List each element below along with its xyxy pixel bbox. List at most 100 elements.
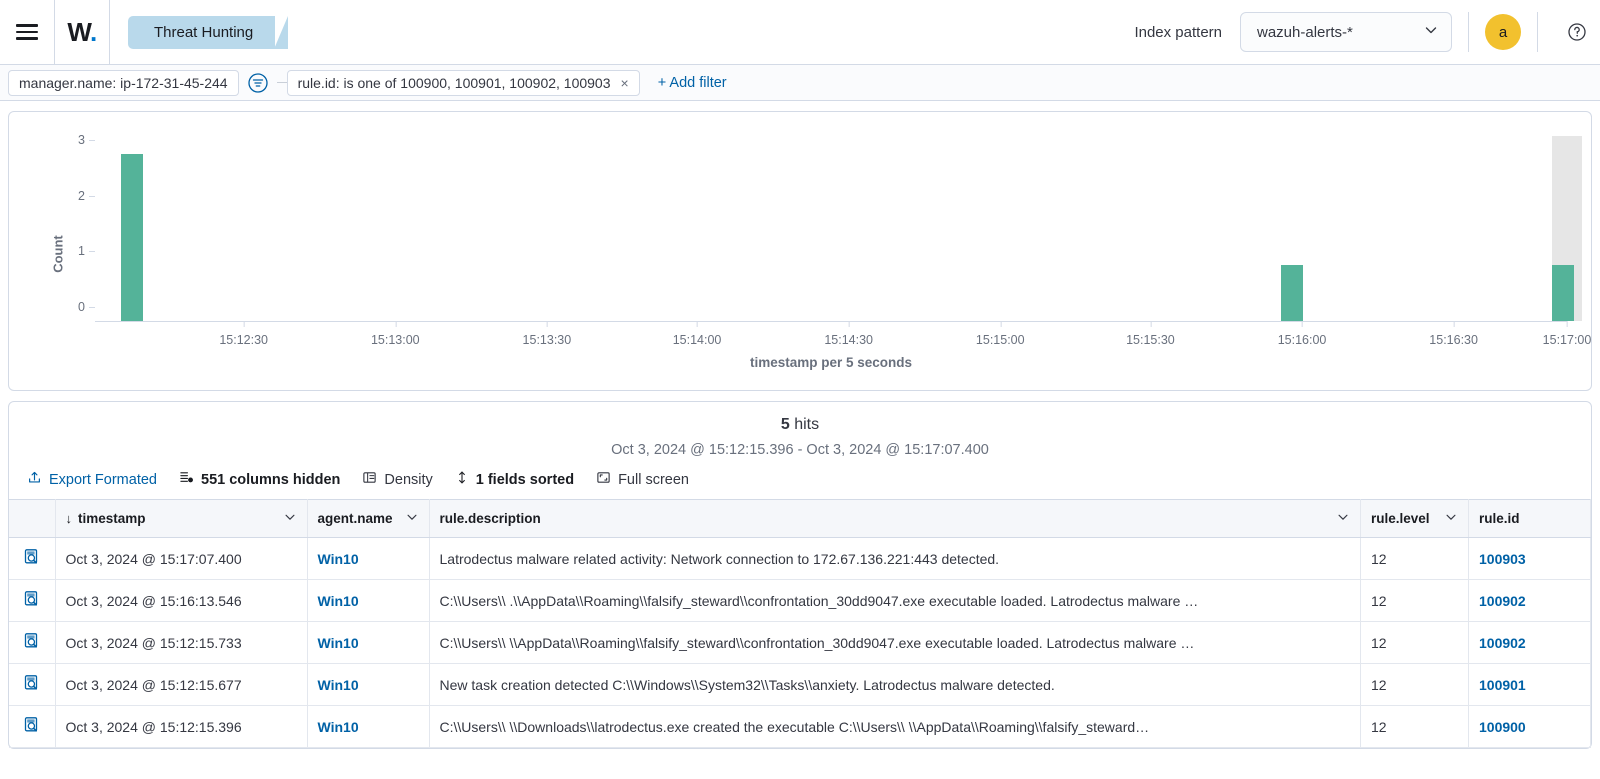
y-tick-0: 0: [78, 300, 95, 314]
column-header-rule-id[interactable]: rule.id: [1469, 500, 1591, 538]
filter-pill-manager-name[interactable]: manager.name: ip-172-31-45-244: [8, 70, 239, 96]
bar-0[interactable]: [121, 154, 142, 321]
cell-rule-id[interactable]: 100902: [1469, 580, 1591, 622]
full-screen-label: Full screen: [618, 472, 689, 488]
column-header-timestamp[interactable]: ↓ timestamp: [55, 500, 307, 538]
cell-rule-level: 12: [1361, 580, 1469, 622]
avatar[interactable]: a: [1485, 14, 1521, 50]
cell-rule-level: 12: [1361, 706, 1469, 748]
histogram-panel: Count 0 1 2 3 15:12:30 15:13:00 15:13:30…: [8, 111, 1592, 391]
inspect-document-icon[interactable]: [23, 553, 41, 569]
sort-icon: [455, 470, 469, 489]
add-filter-button[interactable]: + Add filter: [658, 75, 727, 91]
column-header-timestamp-label: timestamp: [78, 511, 146, 526]
cell-agent-name[interactable]: Win10: [307, 622, 429, 664]
cell-agent-name[interactable]: Win10: [307, 706, 429, 748]
fields-sorted-button[interactable]: 1 fields sorted: [455, 470, 574, 489]
cell-rule-id[interactable]: 100903: [1469, 538, 1591, 580]
y-tick-3: 3: [78, 133, 95, 147]
cell-rule-description: C:\\Users\\ .\\AppData\\Roaming\\falsify…: [429, 580, 1361, 622]
full-screen-button[interactable]: Full screen: [596, 470, 689, 489]
rule-id-link[interactable]: 100900: [1479, 719, 1526, 735]
bar-1[interactable]: [1281, 265, 1302, 321]
chevron-down-icon[interactable]: [283, 510, 297, 527]
index-pattern-select[interactable]: wazuh-alerts-*: [1240, 12, 1452, 52]
table-row[interactable]: Oct 3, 2024 @ 15:12:15.396 Win10 C:\\Users…: [9, 706, 1591, 748]
column-header-rule-description-label: rule.description: [440, 511, 541, 526]
cell-agent-name[interactable]: Win10: [307, 664, 429, 706]
hamburger-menu-icon[interactable]: [0, 0, 54, 65]
chevron-down-icon[interactable]: [405, 510, 419, 527]
agent-name-link[interactable]: Win10: [318, 551, 359, 567]
x-tick-3: 15:14:00: [673, 321, 722, 347]
agent-name-link[interactable]: Win10: [318, 719, 359, 735]
sort-desc-arrow-icon: ↓: [66, 511, 73, 526]
density-label: Density: [384, 472, 432, 488]
logo-text: W: [67, 17, 90, 47]
cell-rule-level: 12: [1361, 622, 1469, 664]
cell-timestamp: Oct 3, 2024 @ 15:12:15.396: [55, 706, 307, 748]
bar-2[interactable]: [1552, 265, 1573, 321]
column-header-rule-description[interactable]: rule.description: [429, 500, 1361, 538]
x-tick-1: 15:13:00: [371, 321, 420, 347]
column-header-rule-id-label: rule.id: [1479, 511, 1520, 526]
wazuh-logo[interactable]: W.: [54, 0, 110, 65]
columns-hidden-button[interactable]: 551 columns hidden: [179, 470, 340, 489]
column-header-rule-level[interactable]: rule.level: [1361, 500, 1469, 538]
density-button[interactable]: Density: [362, 470, 432, 489]
export-formated-button[interactable]: Export Formated: [27, 470, 157, 489]
expand-row-button[interactable]: [9, 580, 55, 622]
hits-label: hits: [794, 416, 819, 433]
rule-id-link[interactable]: 100901: [1479, 677, 1526, 693]
x-tick-8: 15:16:30: [1429, 321, 1478, 347]
cell-rule-id[interactable]: 100900: [1469, 706, 1591, 748]
chevron-down-icon[interactable]: [1444, 510, 1458, 527]
rule-id-link[interactable]: 100903: [1479, 551, 1526, 567]
fields-sorted-label: 1 fields sorted: [476, 472, 574, 488]
x-tick-2: 15:13:30: [523, 321, 572, 347]
agent-name-link[interactable]: Win10: [318, 635, 359, 651]
table-row[interactable]: Oct 3, 2024 @ 15:12:15.733Win10C:\\Users…: [9, 622, 1591, 664]
rule-id-link[interactable]: 100902: [1479, 635, 1526, 651]
agent-name-link[interactable]: Win10: [318, 593, 359, 609]
table-row[interactable]: Oct 3, 2024 @ 15:16:13.546 Win10 C:\\Users…: [9, 580, 1591, 622]
inspect-document-icon[interactable]: [23, 637, 41, 653]
cell-rule-id[interactable]: 100902: [1469, 622, 1591, 664]
cell-agent-name[interactable]: Win10: [307, 580, 429, 622]
x-tick-9: 15:17:00: [1543, 321, 1592, 347]
histogram-chart[interactable]: Count 0 1 2 3 15:12:30 15:13:00 15:13:30…: [23, 124, 1577, 384]
inspect-document-icon[interactable]: [23, 595, 41, 611]
rule-id-link[interactable]: 100902: [1479, 593, 1526, 609]
nav-divider-2: [1537, 12, 1538, 52]
inspect-document-icon[interactable]: [23, 679, 41, 695]
close-icon[interactable]: ×: [621, 75, 629, 91]
columns-icon: [179, 470, 194, 489]
expand-row-button[interactable]: [9, 706, 55, 748]
column-header-agent-name[interactable]: agent.name: [307, 500, 429, 538]
cell-agent-name[interactable]: Win10: [307, 538, 429, 580]
filter-pill-rule-id[interactable]: rule.id: is one of 100900, 100901, 10090…: [287, 70, 640, 96]
table-header-row: ↓ timestamp agent.name: [9, 500, 1591, 538]
table-row[interactable]: Oct 3, 2024 @ 15:12:15.677Win10New task …: [9, 664, 1591, 706]
table-row[interactable]: Oct 3, 2024 @ 15:17:07.400Win10Latrodect…: [9, 538, 1591, 580]
results-panel: 5 hits Oct 3, 2024 @ 15:12:15.396 - Oct …: [8, 401, 1592, 749]
x-tick-5: 15:15:00: [976, 321, 1025, 347]
cell-rule-description: C:\\Users\\ \\Downloads\\latrodectus.exe…: [429, 706, 1361, 748]
expand-row-button[interactable]: [9, 538, 55, 580]
filter-circle-icon[interactable]: [239, 65, 277, 101]
inspect-document-icon[interactable]: [23, 721, 41, 737]
agent-name-link[interactable]: Win10: [318, 677, 359, 693]
hits-count: 5: [781, 416, 790, 433]
plot-area[interactable]: 0 1 2 3 15:12:30 15:13:00 15:13:30 15:14…: [95, 154, 1567, 322]
expand-row-button[interactable]: [9, 664, 55, 706]
cell-timestamp: Oct 3, 2024 @ 15:17:07.400: [55, 538, 307, 580]
export-formated-label: Export Formated: [49, 472, 157, 488]
help-icon[interactable]: [1554, 0, 1600, 65]
fullscreen-icon: [596, 470, 611, 489]
cell-rule-level: 12: [1361, 538, 1469, 580]
cell-rule-id[interactable]: 100901: [1469, 664, 1591, 706]
cell-timestamp: Oct 3, 2024 @ 15:16:13.546: [55, 580, 307, 622]
expand-row-button[interactable]: [9, 622, 55, 664]
chevron-down-icon[interactable]: [1336, 510, 1350, 527]
tab-threat-hunting[interactable]: Threat Hunting: [128, 16, 275, 49]
